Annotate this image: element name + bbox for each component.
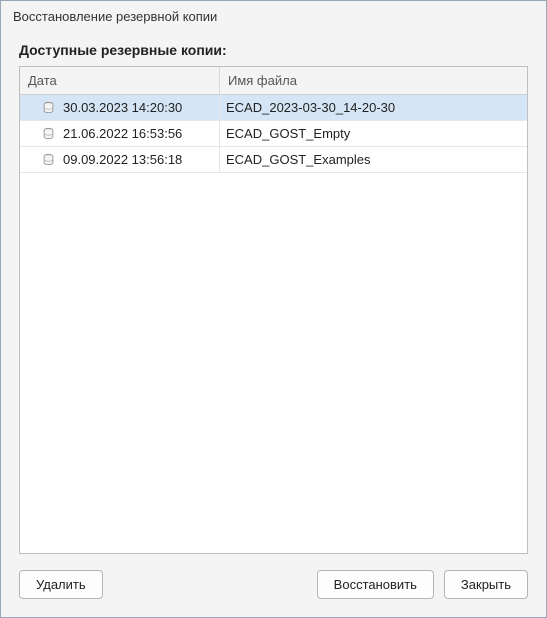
close-button[interactable]: Закрыть xyxy=(444,570,528,599)
column-header-filename[interactable]: Имя файла xyxy=(220,67,527,94)
window-title: Восстановление резервной копии xyxy=(1,1,546,30)
cell-filename: ECAD_GOST_Examples xyxy=(220,147,527,172)
database-icon xyxy=(42,153,55,167)
delete-button[interactable]: Удалить xyxy=(19,570,103,599)
cell-filename: ECAD_2023-03-30_14-20-30 xyxy=(220,95,527,120)
cell-date: 09.09.2022 13:56:18 xyxy=(20,147,220,172)
database-icon xyxy=(42,101,55,115)
dialog-window: Восстановление резервной копии Доступные… xyxy=(0,0,547,618)
button-bar: Удалить Восстановить Закрыть xyxy=(1,554,546,617)
cell-date: 30.03.2023 14:20:30 xyxy=(20,95,220,120)
table-row[interactable]: 21.06.2022 16:53:56 ECAD_GOST_Empty xyxy=(20,121,527,147)
restore-button[interactable]: Восстановить xyxy=(317,570,434,599)
dialog-content: Доступные резервные копии: Дата Имя файл… xyxy=(1,30,546,554)
date-text: 09.09.2022 13:56:18 xyxy=(63,152,182,167)
cell-filename: ECAD_GOST_Empty xyxy=(220,121,527,146)
date-text: 21.06.2022 16:53:56 xyxy=(63,126,182,141)
table-row[interactable]: 09.09.2022 13:56:18 ECAD_GOST_Examples xyxy=(20,147,527,173)
filename-text: ECAD_GOST_Examples xyxy=(226,152,371,167)
database-icon xyxy=(42,127,55,141)
filename-text: ECAD_GOST_Empty xyxy=(226,126,350,141)
section-heading: Доступные резервные копии: xyxy=(19,42,528,58)
table-body: 30.03.2023 14:20:30 ECAD_2023-03-30_14-20… xyxy=(20,95,527,173)
column-header-date[interactable]: Дата xyxy=(20,67,220,94)
filename-text: ECAD_2023-03-30_14-20-30 xyxy=(226,100,395,115)
date-text: 30.03.2023 14:20:30 xyxy=(63,100,182,115)
cell-date: 21.06.2022 16:53:56 xyxy=(20,121,220,146)
table-row[interactable]: 30.03.2023 14:20:30 ECAD_2023-03-30_14-20… xyxy=(20,95,527,121)
table-header-row: Дата Имя файла xyxy=(20,67,527,95)
backups-table: Дата Имя файла 30.03.2023 14:20:30 ECAD_2… xyxy=(19,66,528,554)
